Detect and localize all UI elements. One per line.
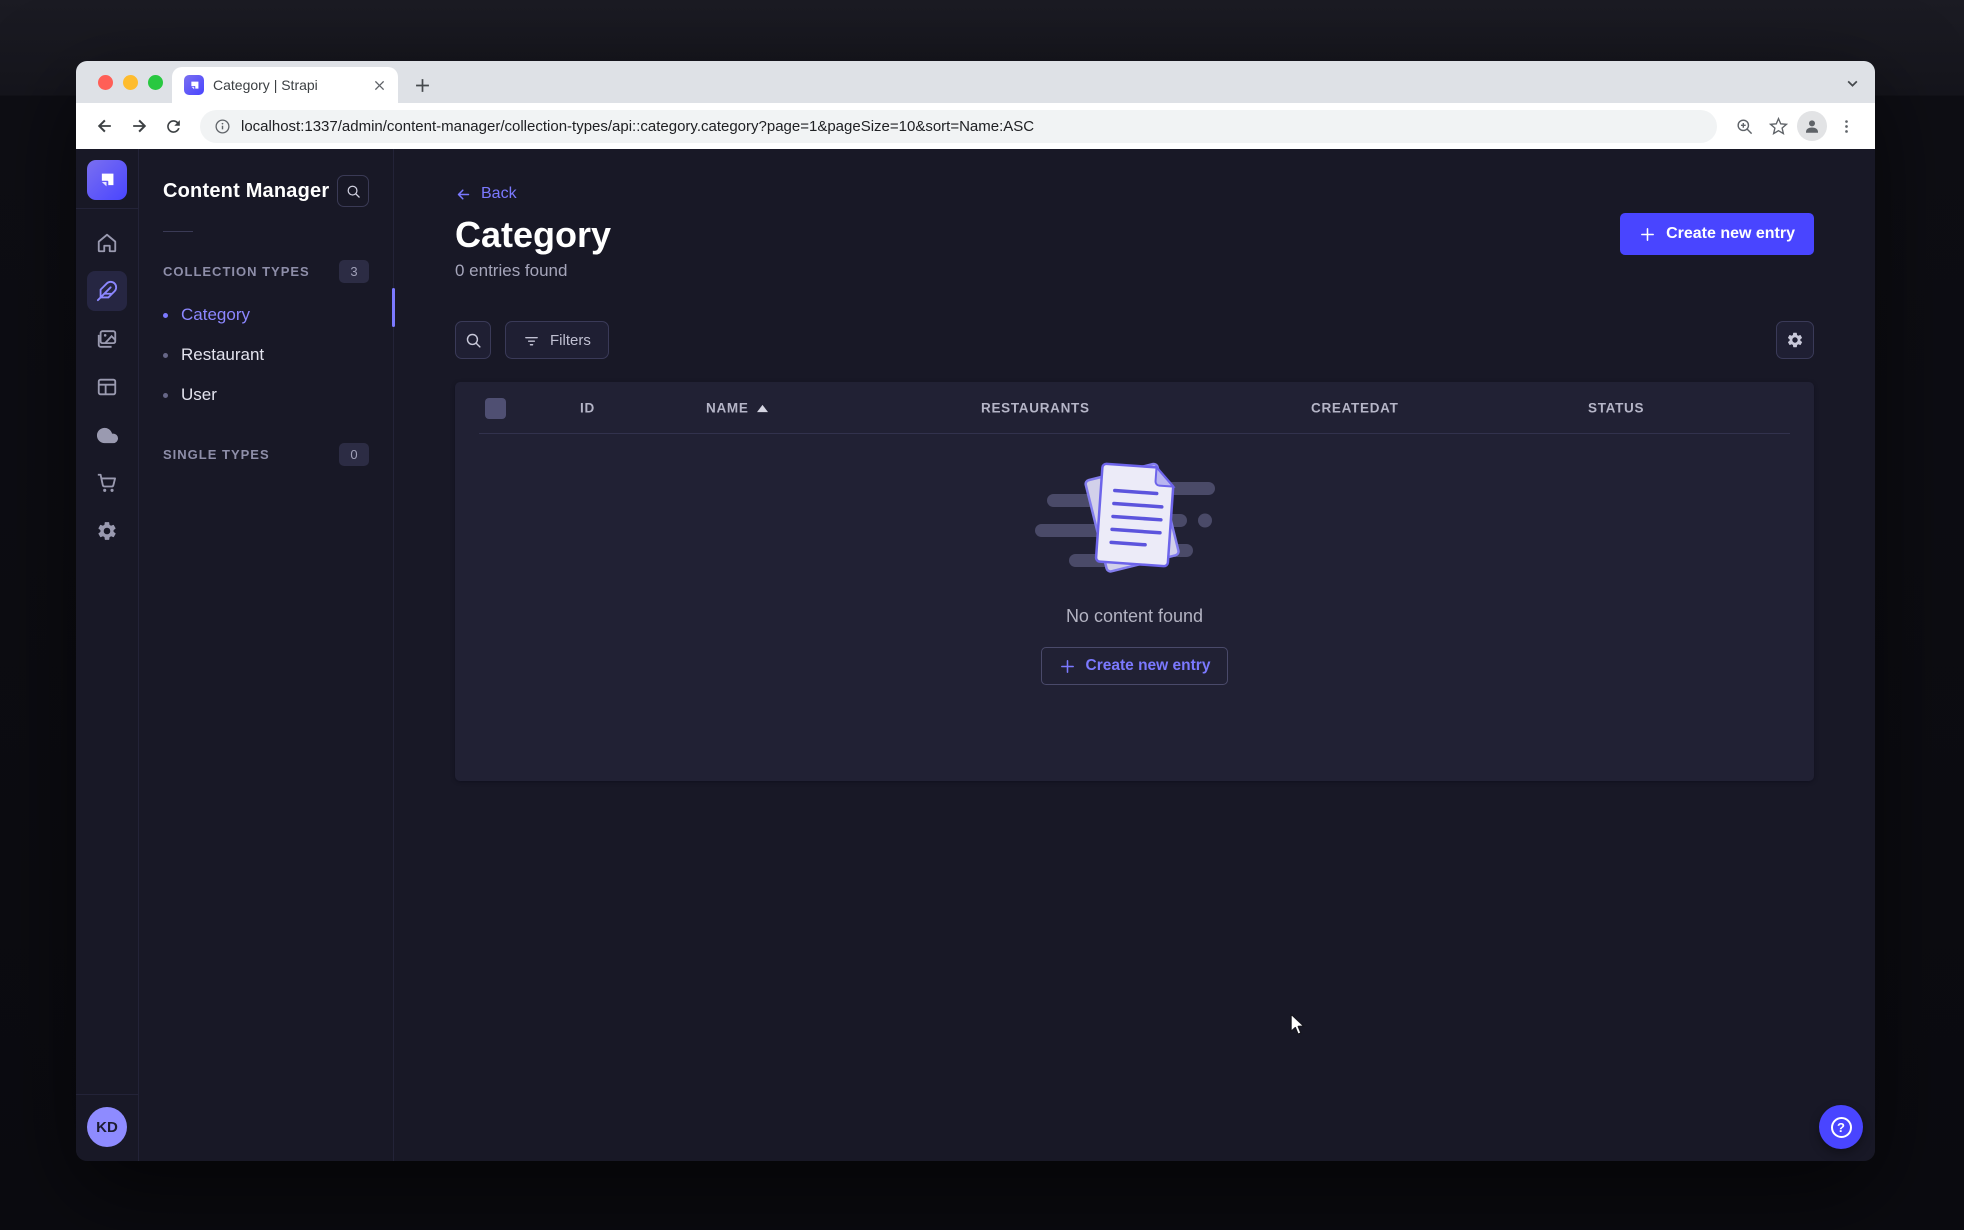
sidebar-title: Content Manager <box>163 179 330 202</box>
browser-window: Category | Strapi localhost:1337/admin/c… <box>76 61 1875 1161</box>
main-content: Back Category Create new entry 0 entries… <box>394 149 1875 1161</box>
single-types-label: SINGLE TYPES <box>163 447 270 462</box>
sidebar-item-label: Restaurant <box>181 345 265 364</box>
filters-label: Filters <box>550 331 591 349</box>
sidebar-scrollbar-thumb[interactable] <box>392 288 395 327</box>
bullet-icon <box>163 392 168 398</box>
create-new-entry-button[interactable]: Create new entry <box>1620 213 1814 255</box>
home-icon[interactable] <box>87 223 127 263</box>
browser-tab[interactable]: Category | Strapi <box>172 67 398 103</box>
tab-title: Category | Strapi <box>213 77 318 93</box>
collection-types-count-badge: 3 <box>339 260 369 283</box>
bullet-icon <box>163 352 168 358</box>
back-nav-icon[interactable] <box>88 109 122 143</box>
column-header-id[interactable]: ID <box>580 401 595 416</box>
empty-create-new-entry-button[interactable]: Create new entry <box>1040 647 1229 685</box>
rail-divider <box>76 208 138 209</box>
sidebar-item-label: User <box>181 385 217 404</box>
arrow-left-icon <box>457 188 470 200</box>
content-manager-sidebar: Content Manager COLLECTION TYPES 3 Categ… <box>139 149 395 1161</box>
bullet-icon <box>163 312 168 318</box>
browser-tab-strip: Category | Strapi <box>76 61 1875 103</box>
search-icon <box>347 185 360 198</box>
close-window-button[interactable] <box>98 75 113 90</box>
entries-count: 0 entries found <box>455 261 568 280</box>
sidebar-item-restaurant[interactable]: Restaurant <box>163 335 369 375</box>
strapi-favicon-icon <box>184 75 204 95</box>
filters-button[interactable]: Filters <box>505 321 609 359</box>
filter-icon <box>525 336 538 345</box>
strapi-app: KD Content Manager COLLECTION TYPES 3 Ca… <box>76 149 1875 1161</box>
sidebar-item-category[interactable]: Category <box>163 295 369 335</box>
browser-toolbar: localhost:1337/admin/content-manager/col… <box>76 103 1875 149</box>
column-header-createdat[interactable]: CREATEDAT <box>1311 401 1399 416</box>
empty-create-new-entry-label: Create new entry <box>1085 657 1211 674</box>
rail-bottom-divider <box>76 1094 138 1095</box>
deployments-cloud-icon[interactable] <box>87 415 127 455</box>
sidebar-search-button[interactable] <box>337 175 369 207</box>
tab-search-chevron-icon[interactable] <box>1841 72 1863 94</box>
new-tab-button[interactable] <box>408 71 436 99</box>
page-title: Category <box>455 214 612 255</box>
single-types-count-badge: 0 <box>339 443 369 466</box>
collection-types-label: COLLECTION TYPES <box>163 264 310 279</box>
bookmark-star-icon[interactable] <box>1761 109 1795 143</box>
info-icon[interactable] <box>214 118 231 135</box>
browser-menu-kebab-icon[interactable] <box>1829 109 1863 143</box>
plus-icon <box>1060 659 1074 673</box>
column-header-restaurants[interactable]: RESTAURANTS <box>981 401 1090 416</box>
browser-profile-avatar[interactable] <box>1795 109 1829 143</box>
main-nav-rail: KD <box>76 149 139 1161</box>
search-icon <box>466 333 481 348</box>
column-header-name[interactable]: NAME <box>706 401 768 416</box>
tab-close-icon[interactable] <box>370 76 388 94</box>
table-search-button[interactable] <box>455 321 491 359</box>
help-button[interactable]: ? <box>1819 1105 1863 1149</box>
entries-table: ID NAME RESTAURANTS CREATEDAT STATUS No … <box>455 382 1814 781</box>
table-header-row: ID NAME RESTAURANTS CREATEDAT STATUS <box>455 382 1814 434</box>
marketplace-cart-icon[interactable] <box>87 463 127 503</box>
empty-state-message: No content found <box>1065 606 1204 626</box>
content-manager-feather-icon[interactable] <box>87 271 127 311</box>
sidebar-divider <box>163 231 193 232</box>
select-all-checkbox[interactable] <box>485 398 506 419</box>
media-library-icon[interactable] <box>87 319 127 359</box>
plus-icon <box>1641 227 1655 241</box>
sidebar-item-label: Category <box>181 305 250 324</box>
strapi-logo-icon[interactable] <box>87 160 127 200</box>
gear-icon <box>1787 332 1803 348</box>
url-bar[interactable]: localhost:1337/admin/content-manager/col… <box>200 109 1717 143</box>
empty-state: No content found Create new entry <box>455 434 1814 685</box>
column-header-status[interactable]: STATUS <box>1588 401 1644 416</box>
single-types-section: SINGLE TYPES 0 <box>163 443 369 466</box>
collection-types-list: Category Restaurant User <box>163 295 369 415</box>
user-avatar[interactable]: KD <box>87 1107 127 1147</box>
create-new-entry-label: Create new entry <box>1666 225 1795 242</box>
settings-gear-icon[interactable] <box>87 511 127 551</box>
window-controls <box>98 75 163 90</box>
collection-types-section: COLLECTION TYPES 3 <box>163 260 369 283</box>
zoom-page-icon[interactable] <box>1727 109 1761 143</box>
sidebar-item-user[interactable]: User <box>163 375 369 415</box>
maximize-window-button[interactable] <box>148 75 163 90</box>
reload-icon[interactable] <box>156 109 190 143</box>
back-link[interactable]: Back <box>455 185 1814 203</box>
forward-nav-icon[interactable] <box>122 109 156 143</box>
column-header-name-label: NAME <box>706 400 749 416</box>
content-type-builder-icon[interactable] <box>87 367 127 407</box>
empty-documents-illustration <box>1034 462 1215 573</box>
back-label[interactable]: Back <box>481 185 517 203</box>
minimize-window-button[interactable] <box>123 75 138 90</box>
question-mark-icon: ? <box>1830 1116 1852 1138</box>
sort-asc-icon <box>756 404 768 412</box>
table-settings-button[interactable] <box>1776 321 1814 359</box>
url-text[interactable]: localhost:1337/admin/content-manager/col… <box>241 118 1034 135</box>
